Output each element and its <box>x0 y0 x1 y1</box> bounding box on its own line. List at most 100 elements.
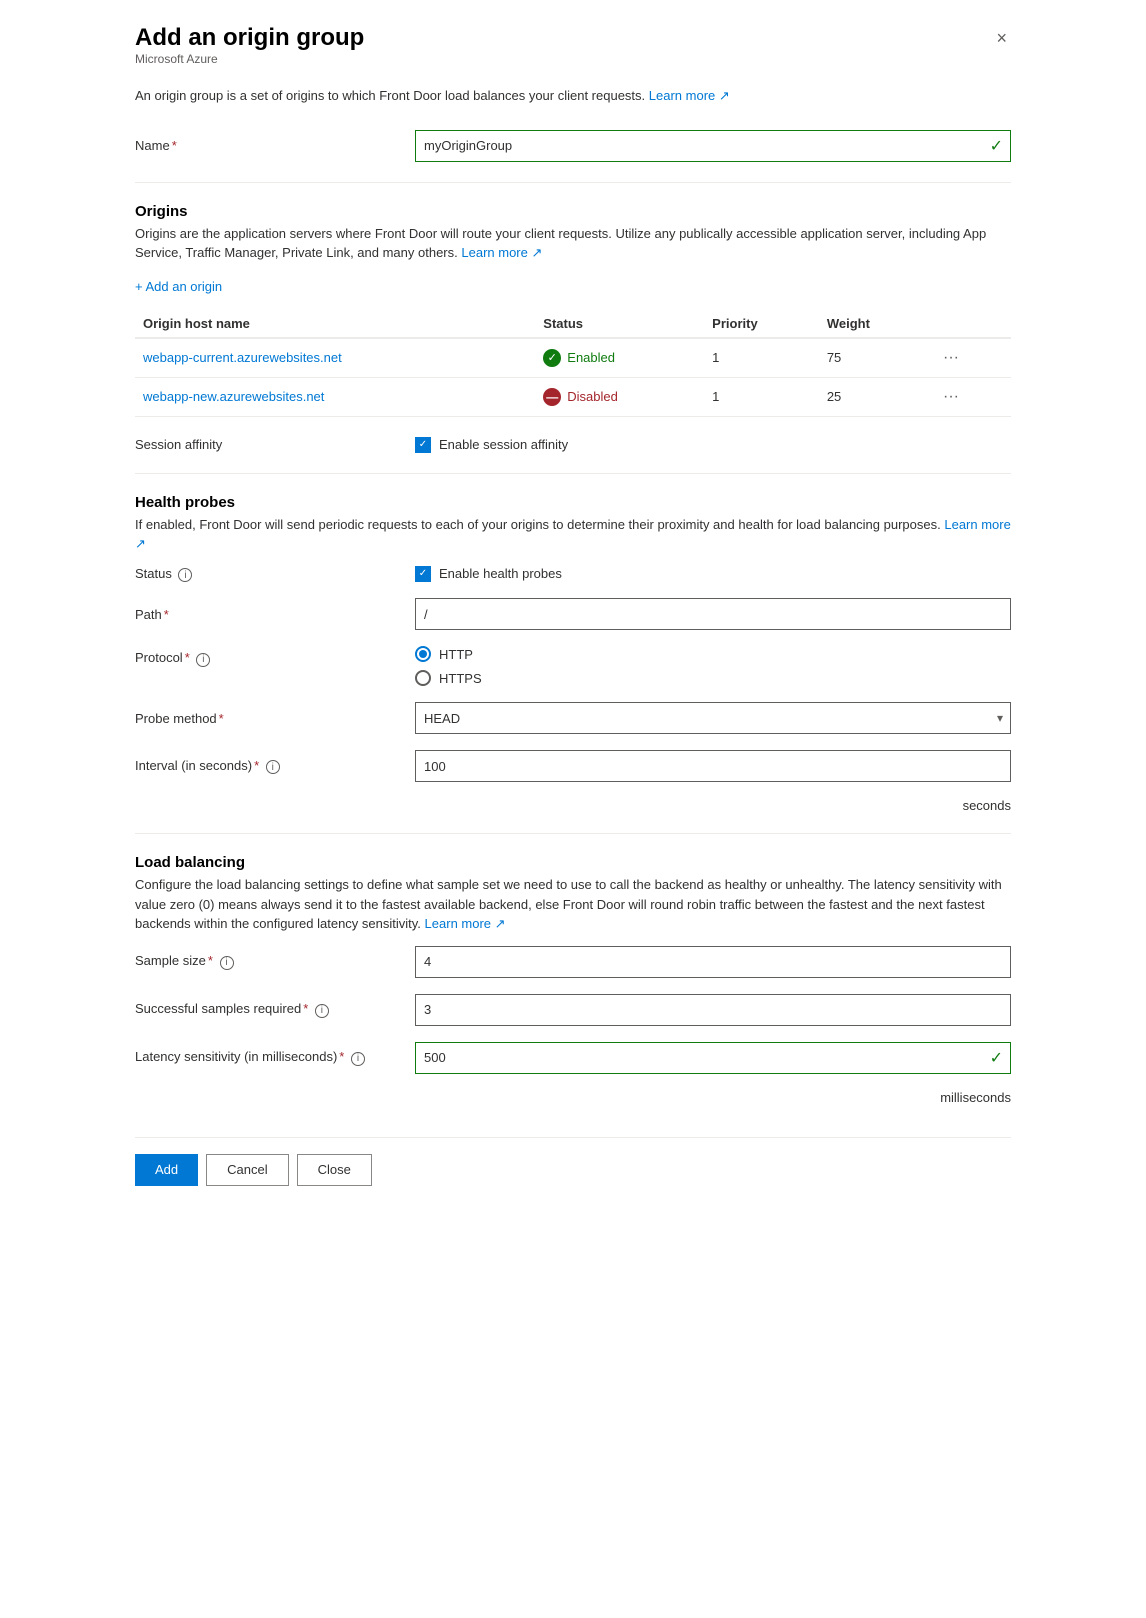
health-probe-status-info-icon[interactable]: i <box>178 568 192 582</box>
health-probe-protocol-info-icon[interactable]: i <box>196 653 210 667</box>
protocol-https-radio[interactable] <box>415 670 431 686</box>
name-input[interactable] <box>415 130 1011 162</box>
origin-status-badge: ✓ Enabled <box>543 349 696 367</box>
health-probe-status-row: Status i ✓ Enable health probes <box>135 566 1011 583</box>
latency-unit-text: milliseconds <box>135 1090 1011 1105</box>
origin-host-link[interactable]: webapp-current.azurewebsites.net <box>143 350 342 365</box>
col-host: Origin host name <box>135 310 535 338</box>
add-button[interactable]: Add <box>135 1154 198 1186</box>
successful-samples-row: Successful samples required* i <box>135 994 1011 1026</box>
panel-learn-more-link[interactable]: Learn more ↗ <box>649 88 730 103</box>
interval-unit-text: seconds <box>135 798 1011 813</box>
health-probe-status-checkbox-label: Enable health probes <box>439 566 562 581</box>
health-probe-protocol-row: Protocol* i HTTP HTTPS <box>135 646 1011 686</box>
col-status: Status <box>535 310 704 338</box>
interval-label: Interval (in seconds)* i <box>135 758 415 775</box>
protocol-https-row: HTTPS <box>415 670 482 686</box>
origin-status-cell: ✓ Enabled <box>535 338 704 378</box>
table-row: webapp-current.azurewebsites.net ✓ Enabled… <box>135 338 1011 378</box>
health-probes-title: Health probes <box>135 494 1011 511</box>
protocol-required-star: * <box>185 650 190 665</box>
health-probe-status-checkbox[interactable]: ✓ <box>415 566 431 582</box>
health-probes-section: Health probes If enabled, Front Door wil… <box>135 494 1011 814</box>
sample-size-label: Sample size* i <box>135 953 415 970</box>
successful-samples-info-icon[interactable]: i <box>315 1004 329 1018</box>
origin-status-label: Disabled <box>567 389 618 404</box>
latency-required-star: * <box>339 1049 344 1064</box>
load-balancing-title: Load balancing <box>135 854 1011 871</box>
interval-input[interactable] <box>415 750 1011 782</box>
protocol-https-label: HTTPS <box>439 671 482 686</box>
latency-input[interactable] <box>415 1042 1011 1074</box>
interval-row: Interval (in seconds)* i <box>135 750 1011 782</box>
origin-host-cell: webapp-current.azurewebsites.net <box>135 338 535 378</box>
successful-samples-label: Successful samples required* i <box>135 1001 415 1018</box>
col-weight: Weight <box>819 310 929 338</box>
origin-weight-cell: 25 <box>819 377 929 416</box>
enabled-icon: ✓ <box>543 349 561 367</box>
name-field-row: Name* ✓ <box>135 130 1011 162</box>
origin-ellipsis-button[interactable]: ··· <box>937 386 965 408</box>
col-actions <box>929 310 1011 338</box>
origins-table: Origin host name Status Priority Weight … <box>135 310 1011 417</box>
origin-status-badge: — Disabled <box>543 388 696 406</box>
panel-subtitle: Microsoft Azure <box>135 52 364 66</box>
name-valid-icon: ✓ <box>990 136 1003 156</box>
health-probe-path-input[interactable] <box>415 598 1011 630</box>
panel-description: An origin group is a set of origins to w… <box>135 86 1011 106</box>
latency-label: Latency sensitivity (in milliseconds)* i <box>135 1049 415 1066</box>
health-probe-status-label: Status i <box>135 566 415 583</box>
name-input-wrapper: ✓ <box>415 130 1011 162</box>
origin-priority-cell: 1 <box>704 338 819 378</box>
origins-learn-more-link[interactable]: Learn more ↗ <box>461 245 542 260</box>
origins-description: Origins are the application servers wher… <box>135 224 1011 263</box>
table-row: webapp-new.azurewebsites.net—Disabled125… <box>135 377 1011 416</box>
name-label: Name* <box>135 138 415 153</box>
footer-close-button[interactable]: Close <box>297 1154 372 1186</box>
session-affinity-label: Session affinity <box>135 437 415 452</box>
successful-samples-input[interactable] <box>415 994 1011 1026</box>
sample-size-required-star: * <box>208 953 213 968</box>
add-origin-button[interactable]: + Add an origin <box>135 275 222 298</box>
health-probe-protocol-label: Protocol* i <box>135 646 415 667</box>
disabled-icon: — <box>543 388 561 406</box>
probe-method-label: Probe method* <box>135 711 415 726</box>
footer-buttons: Add Cancel Close <box>135 1137 1011 1186</box>
load-balancing-description: Configure the load balancing settings to… <box>135 875 1011 934</box>
protocol-http-radio[interactable] <box>415 646 431 662</box>
latency-info-icon[interactable]: i <box>351 1052 365 1066</box>
health-probe-protocol-group: HTTP HTTPS <box>415 646 482 686</box>
origin-actions-cell: ··· <box>929 377 1011 416</box>
load-balancing-section: Load balancing Configure the load balanc… <box>135 854 1011 1105</box>
origin-host-link[interactable]: webapp-new.azurewebsites.net <box>143 389 324 404</box>
origin-status-label: Enabled <box>567 350 615 365</box>
session-affinity-checkbox[interactable]: ✓ <box>415 437 431 453</box>
protocol-http-label: HTTP <box>439 647 473 662</box>
sample-size-row: Sample size* i <box>135 946 1011 978</box>
origin-actions-cell: ··· <box>929 338 1011 378</box>
probe-method-row: Probe method* HEAD GET ▾ <box>135 702 1011 734</box>
load-balancing-learn-more-link[interactable]: Learn more ↗ <box>425 916 506 931</box>
sample-size-input[interactable] <box>415 946 1011 978</box>
sample-size-info-icon[interactable]: i <box>220 956 234 970</box>
latency-row: Latency sensitivity (in milliseconds)* i… <box>135 1042 1011 1074</box>
cancel-button[interactable]: Cancel <box>206 1154 288 1186</box>
session-affinity-checkbox-row: ✓ Enable session affinity <box>415 437 568 453</box>
health-probe-status-checkbox-row: ✓ Enable health probes <box>415 566 562 582</box>
origin-status-cell: — Disabled <box>535 377 704 416</box>
origins-section: Origins Origins are the application serv… <box>135 203 1011 417</box>
probe-method-select[interactable]: HEAD GET <box>415 702 1011 734</box>
probe-method-select-wrapper: HEAD GET ▾ <box>415 702 1011 734</box>
path-required-star: * <box>164 607 169 622</box>
origin-host-cell: webapp-new.azurewebsites.net <box>135 377 535 416</box>
panel-title: Add an origin group <box>135 24 364 52</box>
close-icon-button[interactable]: × <box>992 24 1011 53</box>
health-probe-path-row: Path* <box>135 598 1011 630</box>
health-probe-path-label: Path* <box>135 607 415 622</box>
interval-info-icon[interactable]: i <box>266 760 280 774</box>
interval-required-star: * <box>254 758 259 773</box>
origin-ellipsis-button[interactable]: ··· <box>937 347 965 369</box>
probe-method-required-star: * <box>219 711 224 726</box>
latency-input-wrapper: ✓ <box>415 1042 1011 1074</box>
origins-title: Origins <box>135 203 1011 220</box>
